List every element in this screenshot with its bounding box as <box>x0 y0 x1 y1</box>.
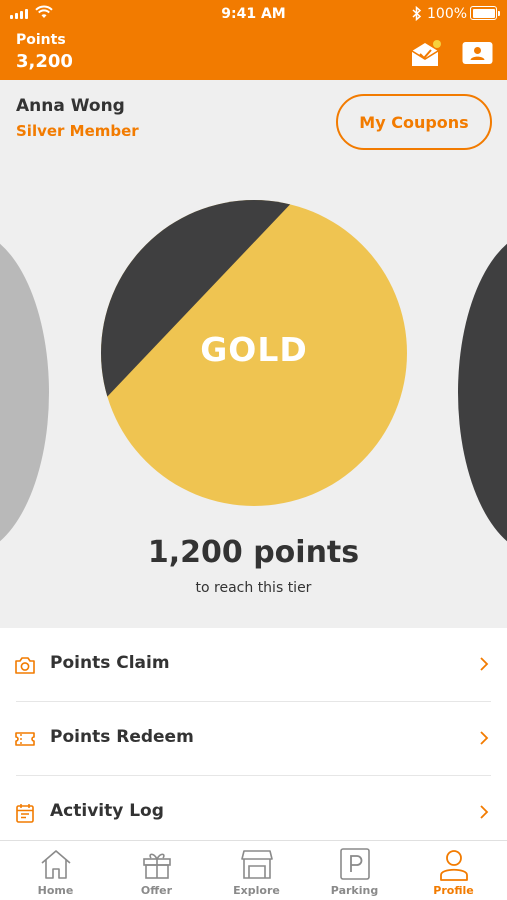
ticket-icon <box>15 732 35 746</box>
points-label: Points <box>16 32 66 48</box>
tab-explore[interactable]: Explore <box>206 841 307 900</box>
parking-icon <box>339 848 370 880</box>
my-coupons-button[interactable]: My Coupons <box>336 94 492 150</box>
member-card-icon <box>462 42 493 64</box>
battery-icon <box>470 6 500 20</box>
notification-dot <box>433 40 441 48</box>
chevron-right-icon <box>480 731 489 745</box>
tab-bar: Home Offer Explore Parking Profile <box>0 840 507 900</box>
gift-icon <box>142 853 171 879</box>
menu-item-label: Points Redeem <box>50 727 194 747</box>
tier-card-silver[interactable] <box>0 230 49 555</box>
tab-parking[interactable]: Parking <box>304 841 405 900</box>
menu-item-activity-log[interactable]: Activity Log <box>0 776 507 850</box>
chevron-right-icon <box>480 805 489 819</box>
points-needed: 1,200 points <box>147 535 360 570</box>
tab-home[interactable]: Home <box>5 841 106 900</box>
points-value: 3,200 <box>16 51 73 72</box>
tab-offer[interactable]: Offer <box>106 841 207 900</box>
menu-item-label: Points Claim <box>50 653 170 673</box>
tab-label: Parking <box>330 884 379 897</box>
mail-button[interactable] <box>410 40 442 68</box>
tab-label: Explore <box>233 884 280 897</box>
tab-label: Home <box>37 884 74 897</box>
status-bar: 9:41 AM 100% <box>0 0 507 30</box>
member-tier: Silver Member <box>16 122 139 140</box>
member-card-button[interactable] <box>462 41 493 65</box>
profile-icon <box>439 850 468 881</box>
member-name: Anna Wong <box>16 96 125 116</box>
app-header: 9:41 AM 100% Points 3,200 <box>0 0 507 80</box>
battery-percent: 100% <box>427 6 468 22</box>
menu-item-points-redeem[interactable]: Points Redeem <box>0 702 507 776</box>
calendar-icon <box>16 804 34 823</box>
tab-profile[interactable]: Profile <box>403 841 504 900</box>
bluetooth-icon <box>412 6 422 21</box>
menu-item-label: Activity Log <box>50 801 164 821</box>
tier-card-next[interactable] <box>458 230 507 555</box>
tier-name: GOLD <box>200 330 308 369</box>
points-caption: to reach this tier <box>195 580 312 596</box>
profile-section: Anna Wong Silver Member My Coupons GOLD … <box>0 80 507 628</box>
home-icon <box>40 850 71 879</box>
camera-icon <box>15 657 35 674</box>
menu-item-points-claim[interactable]: Points Claim <box>0 628 507 702</box>
tab-label: Offer <box>140 884 173 897</box>
tab-label: Profile <box>433 884 474 897</box>
chevron-right-icon <box>480 657 489 671</box>
store-icon <box>240 850 273 879</box>
